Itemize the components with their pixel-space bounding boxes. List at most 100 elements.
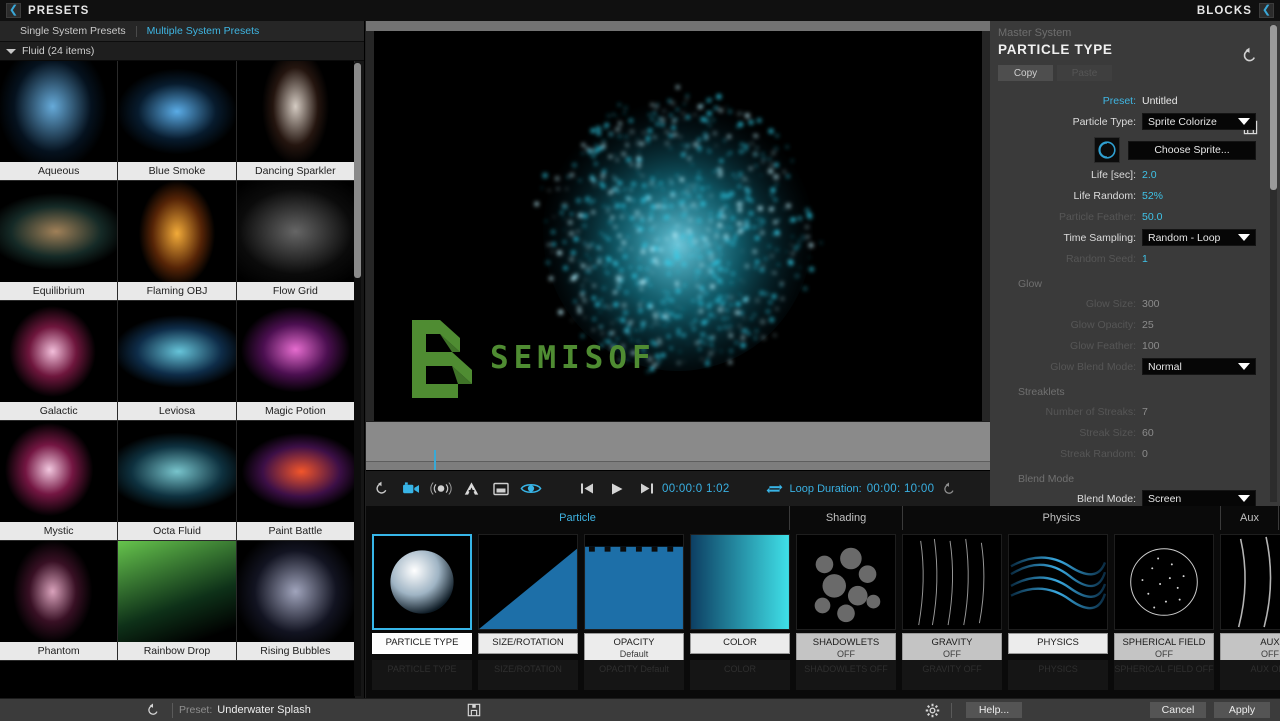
preset-item[interactable]: Magic Potion: [237, 301, 355, 421]
sprite-thumb-icon[interactable]: [1094, 137, 1120, 163]
property-value[interactable]: 300: [1142, 298, 1160, 310]
preset-item[interactable]: Rising Bubbles: [237, 541, 355, 661]
block-spherical-field[interactable]: SPHERICAL FIELD OFF SPHERICAL FIELD OFF: [1114, 534, 1214, 694]
property-label: Glow Feather:: [990, 340, 1142, 352]
preset-item[interactable]: Phantom: [0, 541, 118, 661]
time-sampling-select[interactable]: Random - Loop: [1142, 229, 1256, 246]
time-sampling-value: Random - Loop: [1148, 232, 1220, 244]
property-value[interactable]: 2.0: [1142, 169, 1157, 181]
block-tab-shading[interactable]: Shading: [790, 506, 903, 530]
property-value[interactable]: 52%: [1142, 190, 1163, 202]
presets-scrollbar[interactable]: [354, 63, 361, 696]
block-color[interactable]: COLOR COLOR: [690, 534, 790, 694]
choose-sprite-button[interactable]: Choose Sprite...: [1128, 141, 1256, 160]
glow-blend-value: Normal: [1148, 361, 1182, 373]
reset-icon[interactable]: [1241, 47, 1258, 69]
property-value[interactable]: 7: [1142, 406, 1148, 418]
preset-item[interactable]: Mystic: [0, 421, 118, 541]
reset-icon[interactable]: [140, 703, 166, 717]
camera-icon[interactable]: [396, 474, 426, 504]
loop-duration-value[interactable]: 00:00: 10:00: [867, 483, 935, 495]
gear-icon[interactable]: [919, 703, 945, 718]
tab-multiple-system-presets[interactable]: Multiple System Presets: [137, 25, 270, 37]
block-particle-type[interactable]: PARTICLE TYPE PARTICLE TYPE: [372, 534, 472, 694]
blend-mode-label: Blend Mode:: [990, 493, 1142, 505]
block-title: COLOR: [723, 637, 757, 648]
sprite-row: Choose Sprite...: [990, 131, 1280, 163]
preset-group-header[interactable]: Fluid (24 items): [0, 42, 364, 61]
blocks-collapse-button[interactable]: ❮: [1259, 3, 1274, 18]
particle-type-select[interactable]: Sprite Colorize: [1142, 113, 1256, 130]
loop-icon[interactable]: [760, 474, 790, 504]
preset-thumbnail: [237, 301, 354, 402]
preset-item[interactable]: Blue Smoke: [118, 61, 236, 181]
block-gravity[interactable]: GRAVITY OFF GRAVITY OFF: [902, 534, 1002, 694]
preset-item[interactable]: Flaming OBJ: [118, 181, 236, 301]
bottom-preset-value[interactable]: Underwater Splash: [217, 704, 311, 716]
property-value[interactable]: 60: [1142, 427, 1154, 439]
block-shadowlets[interactable]: SHADOWLETS OFF SHADOWLETS OFF: [796, 534, 896, 694]
reset-icon[interactable]: [366, 474, 396, 504]
triangle-down-icon: [6, 49, 16, 54]
skip-back-icon[interactable]: [572, 474, 602, 504]
block-subtitle: OFF: [1116, 649, 1212, 660]
block-title: GRAVITY: [932, 637, 973, 648]
block-tab-aux[interactable]: Aux: [1221, 506, 1279, 530]
blend-mode-select[interactable]: Screen: [1142, 490, 1256, 506]
preset-item[interactable]: Flow Grid: [237, 181, 355, 301]
property-value[interactable]: 0: [1142, 448, 1148, 460]
help-button[interactable]: Help...: [966, 702, 1022, 718]
timeline-scrubber[interactable]: [366, 421, 990, 470]
properties-scrollbar[interactable]: [1270, 25, 1277, 502]
emitter-icon[interactable]: [426, 474, 456, 504]
particle-type-label: Particle Type:: [990, 116, 1142, 128]
property-value[interactable]: 25: [1142, 319, 1154, 331]
preview-viewport[interactable]: [366, 21, 990, 421]
block-ghost-row: PARTICLE TYPE: [372, 660, 472, 690]
cancel-button[interactable]: Cancel: [1150, 702, 1206, 718]
tab-single-system-presets[interactable]: Single System Presets: [10, 25, 136, 37]
property-value[interactable]: 100: [1142, 340, 1160, 352]
block-title: SIZE/ROTATION: [492, 637, 563, 648]
apply-button[interactable]: Apply: [1214, 702, 1270, 718]
preset-item[interactable]: Dancing Sparkler: [237, 61, 355, 181]
property-row: Life [sec]: 2.0: [990, 165, 1280, 184]
block-opacity[interactable]: OPACITY Default OPACITY Default: [584, 534, 684, 694]
preset-item[interactable]: Octa Fluid: [118, 421, 236, 541]
glow-blend-select[interactable]: Normal: [1142, 358, 1256, 375]
presets-title: PRESETS: [28, 5, 89, 17]
paste-button[interactable]: Paste: [1057, 65, 1112, 81]
copy-button[interactable]: Copy: [998, 65, 1053, 81]
bottom-preset-label: Preset:: [179, 704, 212, 716]
random-seed-value[interactable]: 1: [1142, 253, 1148, 265]
timeline-playhead[interactable]: [434, 450, 436, 471]
preset-value[interactable]: Untitled: [1142, 95, 1178, 107]
preset-item[interactable]: Aqueous: [0, 61, 118, 181]
block-tab-particle[interactable]: Particle: [366, 506, 790, 530]
block-physics[interactable]: PHYSICS PHYSICS: [1008, 534, 1108, 694]
text-icon[interactable]: [456, 474, 486, 504]
block-aux[interactable]: AUXOFFAUX OFF: [1220, 534, 1280, 694]
skip-forward-icon[interactable]: [632, 474, 662, 504]
preset-item[interactable]: Rainbow Drop: [118, 541, 236, 661]
loop-reset-icon[interactable]: [934, 474, 964, 504]
timecode-display[interactable]: 00:00:0 1:02: [662, 483, 730, 495]
play-icon[interactable]: [602, 474, 632, 504]
preset-item[interactable]: Galactic: [0, 301, 118, 421]
block-title: SHADOWLETS: [813, 637, 880, 648]
presets-back-button[interactable]: ❮: [6, 3, 21, 18]
save-icon[interactable]: [461, 703, 487, 717]
viewport-right-gutter: [982, 31, 990, 421]
block-size-rotation[interactable]: SIZE/ROTATION SIZE/ROTATION: [478, 534, 578, 694]
preset-item[interactable]: Leviosa: [118, 301, 236, 421]
timeline-track[interactable]: [366, 461, 990, 470]
top-bar-right: BLOCKS ❮: [1197, 3, 1280, 18]
frame-icon[interactable]: [486, 474, 516, 504]
bottom-bar: Preset: Underwater Splash Help... Cancel…: [0, 698, 1280, 721]
eye-icon[interactable]: [516, 474, 546, 504]
block-tab-physics[interactable]: Physics: [903, 506, 1221, 530]
glow-fields: Glow Size: 300 Glow Opacity: 25 Glow Feather…: [990, 294, 1280, 355]
preset-item[interactable]: Equilibrium: [0, 181, 118, 301]
property-value[interactable]: 50.0: [1142, 211, 1162, 223]
preset-item[interactable]: Paint Battle: [237, 421, 355, 541]
